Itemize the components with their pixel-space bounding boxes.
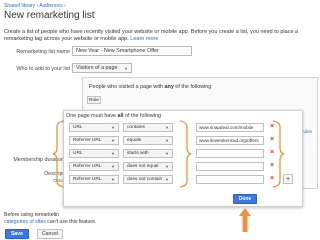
save-button[interactable]: Save [5,229,29,239]
footer-note-line1: Before using remarketin [4,212,60,218]
value-right-bracket [272,120,285,188]
right-bracket [179,120,192,188]
left-bracket [52,120,65,188]
arrow-up-icon [239,208,251,232]
categories-link[interactable]: categories of sites [4,219,46,225]
footer-note-suffix: can't use this feature. [47,219,97,225]
footer-note-line2: categories of sites can't use this featu… [4,219,96,225]
annotation-overlay [52,120,285,232]
cancel-button[interactable]: Cancel [37,229,63,239]
